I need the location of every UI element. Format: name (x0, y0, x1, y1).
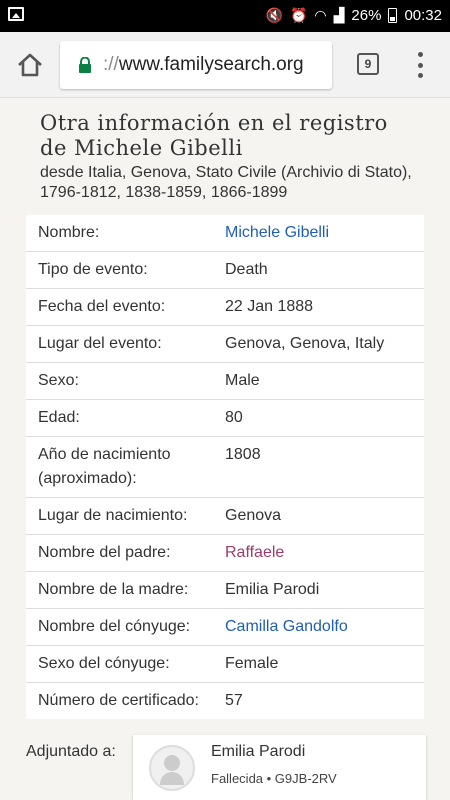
gallery-notification-icon (8, 7, 24, 21)
signal-icon: ▟ (333, 7, 345, 23)
table-row: Lugar de nacimiento: Genova (26, 497, 424, 535)
field-value: Male (213, 362, 424, 400)
table-row: Fecha del evento: 22 Jan 1888 (26, 288, 424, 326)
field-value[interactable]: Camilla Gandolfo (213, 608, 424, 646)
title-line-1: Otra información en el registro (40, 111, 388, 135)
field-label: Sexo del cónyuge: (26, 645, 213, 683)
field-value: 57 (213, 682, 424, 719)
battery-percent: 26% (351, 6, 382, 24)
attached-person-card[interactable]: Emilia Parodi Fallecida • G9JB-2RV (133, 735, 426, 800)
field-label: Número de certificado: (26, 682, 213, 719)
field-value: Female (213, 645, 424, 683)
table-row: Sexo: Male (26, 362, 424, 400)
field-value: 22 Jan 1888 (213, 288, 424, 326)
field-label: Lugar de nacimiento: (26, 497, 213, 535)
tab-switcher-button[interactable]: 9 (357, 53, 379, 75)
field-value[interactable]: Raffaele (213, 534, 424, 572)
mute-icon: 🔇 (265, 7, 283, 23)
browser-toolbar: ://www.familysearch.org 9 (0, 32, 450, 98)
table-row: Edad: 80 (26, 399, 424, 437)
field-label: Fecha del evento: (26, 288, 213, 326)
table-row: Sexo del cónyuge: Female (26, 645, 424, 683)
table-row: Número de certificado: 57 (26, 682, 424, 719)
table-row: Año de nacimiento (aproximado): 1808 (26, 436, 424, 498)
table-row: Nombre: Michele Gibelli (26, 215, 424, 252)
status-bar: 🔇 ⏰ ◠ ▟ 26% 00:32 (0, 0, 450, 32)
field-label: Nombre: (38, 224, 100, 241)
clock: 00:32 (404, 6, 442, 24)
table-row: Nombre de la madre: Emilia Parodi (26, 571, 424, 609)
lock-icon (79, 57, 91, 73)
record-card: Otra información en el registro de Miche… (18, 99, 432, 800)
url-host: www.familysearch.org (118, 54, 304, 75)
field-label: Sexo: (26, 362, 213, 400)
collection-subtitle: desde Italia, Genova, Stato Civile (Arch… (40, 164, 412, 201)
overflow-menu-icon[interactable] (416, 52, 424, 78)
field-label: Año de nacimiento (aproximado): (26, 436, 213, 498)
attached-person-meta: Fallecida • G9JB-2RV (211, 771, 337, 786)
address-bar[interactable]: ://www.familysearch.org (60, 41, 332, 89)
attached-label: Adjuntado a: (26, 743, 116, 760)
attached-person-name: Emilia Parodi (211, 743, 306, 760)
url-scheme: :// (103, 54, 119, 75)
field-value[interactable]: Michele Gibelli (213, 215, 424, 252)
field-label: Nombre del padre: (26, 534, 213, 572)
table-row: Lugar del evento: Genova, Genova, Italy (26, 325, 424, 363)
avatar (149, 745, 195, 791)
page-content: Otra información en el registro de Miche… (0, 99, 450, 800)
table-row: Nombre del padre: Raffaele (26, 534, 424, 572)
field-value: Genova, Genova, Italy (213, 325, 424, 363)
record-header: Otra información en el registro de Miche… (40, 111, 420, 203)
field-label: Tipo de evento: (26, 251, 213, 289)
field-value: 1808 (213, 436, 424, 498)
url-text: ://www.familysearch.org (103, 54, 304, 76)
wifi-icon: ◠ (314, 7, 327, 23)
table-row: Tipo de evento: Death (26, 251, 424, 289)
field-label: Nombre de la madre: (26, 571, 213, 609)
field-value: 80 (213, 399, 424, 437)
field-value: Genova (213, 497, 424, 535)
home-icon[interactable] (16, 51, 44, 79)
alarm-icon: ⏰ (289, 7, 308, 23)
record-details-table: Nombre: Michele Gibelli Tipo de evento: Dea… (26, 215, 424, 719)
attached-section: Adjuntado a: Emilia Parodi Fallecida • G… (0, 735, 450, 800)
table-row: Nombre del cónyuge: Camilla Gandolfo (26, 608, 424, 646)
page-title: Otra información en el registro de Miche… (40, 111, 420, 161)
battery-icon (388, 7, 398, 23)
field-label: Edad: (26, 399, 213, 437)
title-line-2: de Michele Gibelli (40, 136, 243, 160)
field-label: Nombre del cónyuge: (26, 608, 213, 646)
field-label: Lugar del evento: (26, 325, 213, 363)
field-value: Emilia Parodi (213, 571, 424, 609)
field-value: Death (213, 251, 424, 289)
